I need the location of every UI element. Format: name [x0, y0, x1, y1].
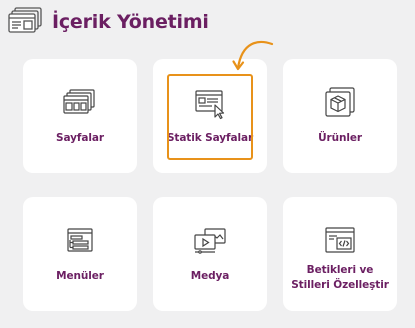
card-label: Betikleri ve Stilleri Özelleştir: [291, 264, 389, 291]
card-label: Menüler: [56, 270, 104, 282]
card-media[interactable]: Medya: [153, 197, 267, 311]
card-static-pages[interactable]: Statik Sayfalar: [153, 59, 267, 173]
card-pages[interactable]: Sayfalar: [23, 59, 137, 173]
products-icon: [322, 85, 358, 121]
static-pages-icon: [192, 85, 228, 121]
card-products[interactable]: Ürünler: [283, 59, 397, 173]
card-label: Medya: [190, 270, 230, 282]
menus-icon: [62, 223, 98, 259]
card-customize-scripts-styles[interactable]: Betikleri ve Stilleri Özelleştir: [283, 197, 397, 311]
page-header: İçerik Yönetimi: [8, 5, 209, 39]
customize-scripts-styles-icon: [322, 223, 358, 259]
card-label: Sayfalar: [56, 132, 104, 144]
page-title: İçerik Yönetimi: [52, 11, 209, 33]
card-menus[interactable]: Menüler: [23, 197, 137, 311]
media-icon: [192, 223, 228, 259]
content-management-icon: [8, 6, 44, 38]
card-label: Statik Sayfalar: [166, 132, 254, 144]
card-label: Ürünler: [318, 132, 362, 144]
pages-icon: [62, 85, 98, 121]
content-management-page: İçerik Yönetimi Sayfalar Statik Sayfalar…: [0, 0, 415, 328]
